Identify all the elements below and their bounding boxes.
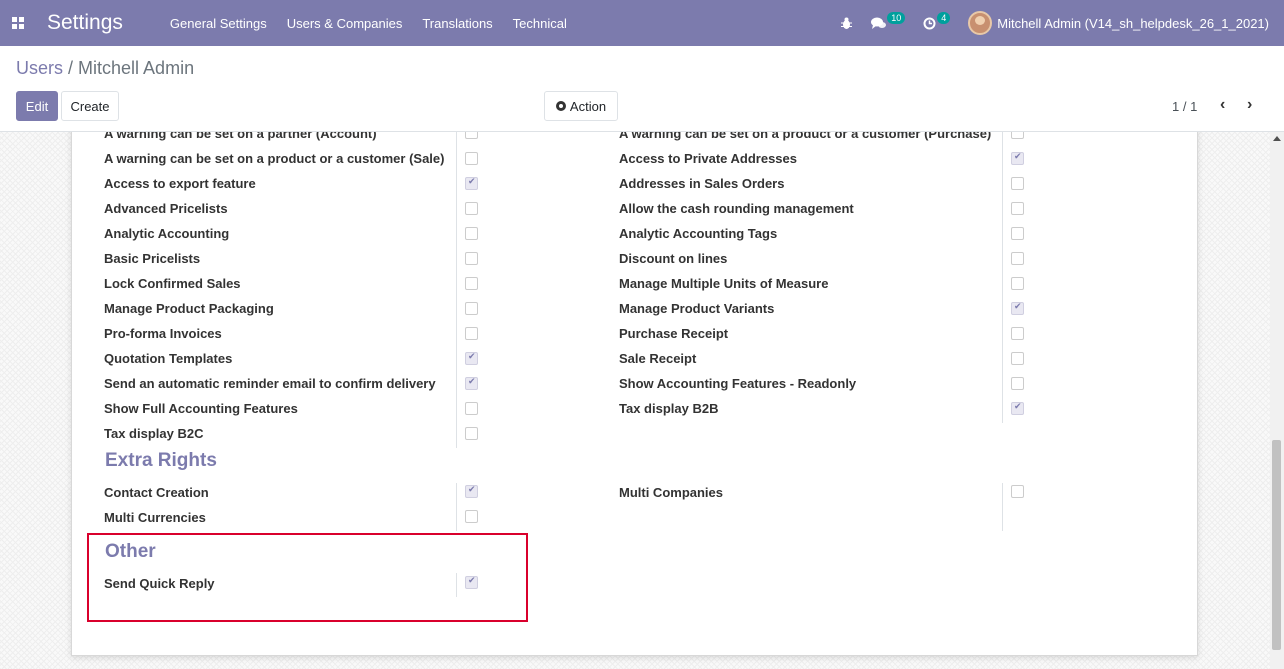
activities-badge: 4 xyxy=(937,12,951,24)
setting-label: Manage Product Packaging xyxy=(104,301,274,316)
menu-general-settings[interactable]: General Settings xyxy=(170,16,267,31)
setting-checkbox[interactable] xyxy=(465,177,478,190)
setting-label: Tax display B2B xyxy=(619,401,719,416)
chat-bubbles-icon xyxy=(871,17,887,29)
pager-value[interactable]: 1 / 1 xyxy=(1172,99,1197,114)
chevron-left-icon[interactable]: ‹ xyxy=(1220,96,1225,114)
setting-checkbox[interactable] xyxy=(1011,152,1024,165)
control-panel: Users / Mitchell Admin Edit Create Action … xyxy=(0,46,1284,132)
debug-bug-icon[interactable] xyxy=(840,17,853,30)
menu-technical[interactable]: Technical xyxy=(513,16,567,31)
setting-checkbox[interactable] xyxy=(1011,402,1024,415)
setting-label: Contact Creation xyxy=(104,485,209,500)
breadcrumb-users[interactable]: Users xyxy=(16,58,63,78)
setting-checkbox[interactable] xyxy=(1011,327,1024,340)
setting-label: Basic Pricelists xyxy=(104,251,201,266)
setting-checkbox[interactable] xyxy=(465,252,478,265)
setting-checkbox[interactable] xyxy=(465,327,478,340)
user-menu[interactable]: Mitchell Admin (V14_sh_helpdesk_26_1_202… xyxy=(997,16,1269,31)
setting-label: Show Accounting Features - Readonly xyxy=(619,376,857,391)
vertical-scrollbar[interactable] xyxy=(1270,132,1284,669)
setting-label: A warning can be set on a product or a c… xyxy=(104,151,445,166)
setting-label: Access to Private Addresses xyxy=(619,151,798,166)
setting-label: Sale Receipt xyxy=(619,351,697,366)
setting-checkbox[interactable] xyxy=(1011,177,1024,190)
setting-checkbox[interactable] xyxy=(465,277,478,290)
setting-checkbox[interactable] xyxy=(465,510,478,523)
setting-checkbox[interactable] xyxy=(1011,302,1024,315)
setting-checkbox[interactable] xyxy=(465,152,478,165)
setting-checkbox[interactable] xyxy=(465,427,478,440)
edit-button[interactable]: Edit xyxy=(16,91,58,121)
systray: 10 4 Mitchell Admin (V14_sh_helpdesk_26_… xyxy=(840,0,1284,46)
setting-checkbox[interactable] xyxy=(465,227,478,240)
setting-label: Addresses in Sales Orders xyxy=(619,176,785,191)
column-divider xyxy=(1002,483,1003,531)
setting-label: Multi Currencies xyxy=(104,510,206,525)
setting-label: Access to export feature xyxy=(104,176,256,191)
breadcrumb: Users / Mitchell Admin xyxy=(16,58,194,79)
setting-label: Manage Multiple Units of Measure xyxy=(619,276,829,291)
scroll-up-arrow-icon[interactable] xyxy=(1273,136,1281,141)
app-title[interactable]: Settings xyxy=(47,11,123,35)
setting-label: Pro-forma Invoices xyxy=(104,326,222,341)
column-divider xyxy=(456,483,457,531)
setting-checkbox[interactable] xyxy=(1011,352,1024,365)
setting-label: Send an automatic reminder email to conf… xyxy=(104,376,436,391)
scrollbar-thumb[interactable] xyxy=(1272,440,1281,650)
breadcrumb-separator: / xyxy=(68,58,74,78)
apps-menu-icon[interactable] xyxy=(12,17,24,29)
setting-checkbox[interactable] xyxy=(465,402,478,415)
setting-label: Show Full Accounting Features xyxy=(104,401,298,416)
column-divider xyxy=(1002,132,1003,423)
activities-tray[interactable]: 4 xyxy=(923,12,951,30)
form-sheet: A warning can be set on a partner (Accou… xyxy=(71,132,1198,656)
setting-label: Advanced Pricelists xyxy=(104,201,228,216)
setting-checkbox[interactable] xyxy=(1011,277,1024,290)
setting-label: A warning can be set on a product or a c… xyxy=(619,132,992,141)
setting-label: Tax display B2C xyxy=(104,426,204,441)
setting-label: Multi Companies xyxy=(619,485,724,500)
setting-checkbox[interactable] xyxy=(1011,252,1024,265)
setting-label: Analytic Accounting Tags xyxy=(619,226,778,241)
setting-checkbox[interactable] xyxy=(1011,485,1024,498)
top-navbar: Settings General Settings Users & Compan… xyxy=(0,0,1284,46)
form-content: A warning can be set on a partner (Accou… xyxy=(0,132,1270,669)
setting-checkbox[interactable] xyxy=(1011,132,1024,139)
menu-users-companies[interactable]: Users & Companies xyxy=(287,16,403,31)
setting-label: A warning can be set on a partner (Accou… xyxy=(104,132,377,141)
setting-label: Purchase Receipt xyxy=(619,326,729,341)
messages-badge: 10 xyxy=(887,12,906,24)
setting-checkbox[interactable] xyxy=(1011,202,1024,215)
create-button[interactable]: Create xyxy=(61,91,119,121)
setting-label: Analytic Accounting xyxy=(104,226,230,241)
setting-checkbox[interactable] xyxy=(465,485,478,498)
setting-label: Quotation Templates xyxy=(104,351,233,366)
gear-icon xyxy=(555,101,566,111)
column-divider xyxy=(456,132,457,448)
chevron-right-icon[interactable]: › xyxy=(1247,96,1252,114)
setting-label: Discount on lines xyxy=(619,251,728,266)
setting-checkbox[interactable] xyxy=(465,352,478,365)
setting-checkbox[interactable] xyxy=(465,202,478,215)
setting-checkbox[interactable] xyxy=(465,377,478,390)
setting-checkbox[interactable] xyxy=(1011,227,1024,240)
main-menu: General Settings Users & Companies Trans… xyxy=(170,16,587,31)
section-title-extra-rights: Extra Rights xyxy=(105,450,217,471)
highlight-box xyxy=(87,533,528,622)
setting-checkbox[interactable] xyxy=(1011,377,1024,390)
menu-translations[interactable]: Translations xyxy=(422,16,492,31)
action-button[interactable]: Action xyxy=(544,91,618,121)
setting-label: Lock Confirmed Sales xyxy=(104,276,241,291)
clock-icon xyxy=(923,17,936,29)
action-button-label: Action xyxy=(569,98,607,114)
user-avatar[interactable] xyxy=(968,11,993,35)
setting-label: Allow the cash rounding management xyxy=(619,201,854,216)
setting-label: Manage Product Variants xyxy=(619,301,775,316)
messages-tray[interactable]: 10 xyxy=(871,12,906,30)
breadcrumb-current: Mitchell Admin xyxy=(78,58,195,78)
setting-checkbox[interactable] xyxy=(465,132,478,139)
setting-checkbox[interactable] xyxy=(465,302,478,315)
